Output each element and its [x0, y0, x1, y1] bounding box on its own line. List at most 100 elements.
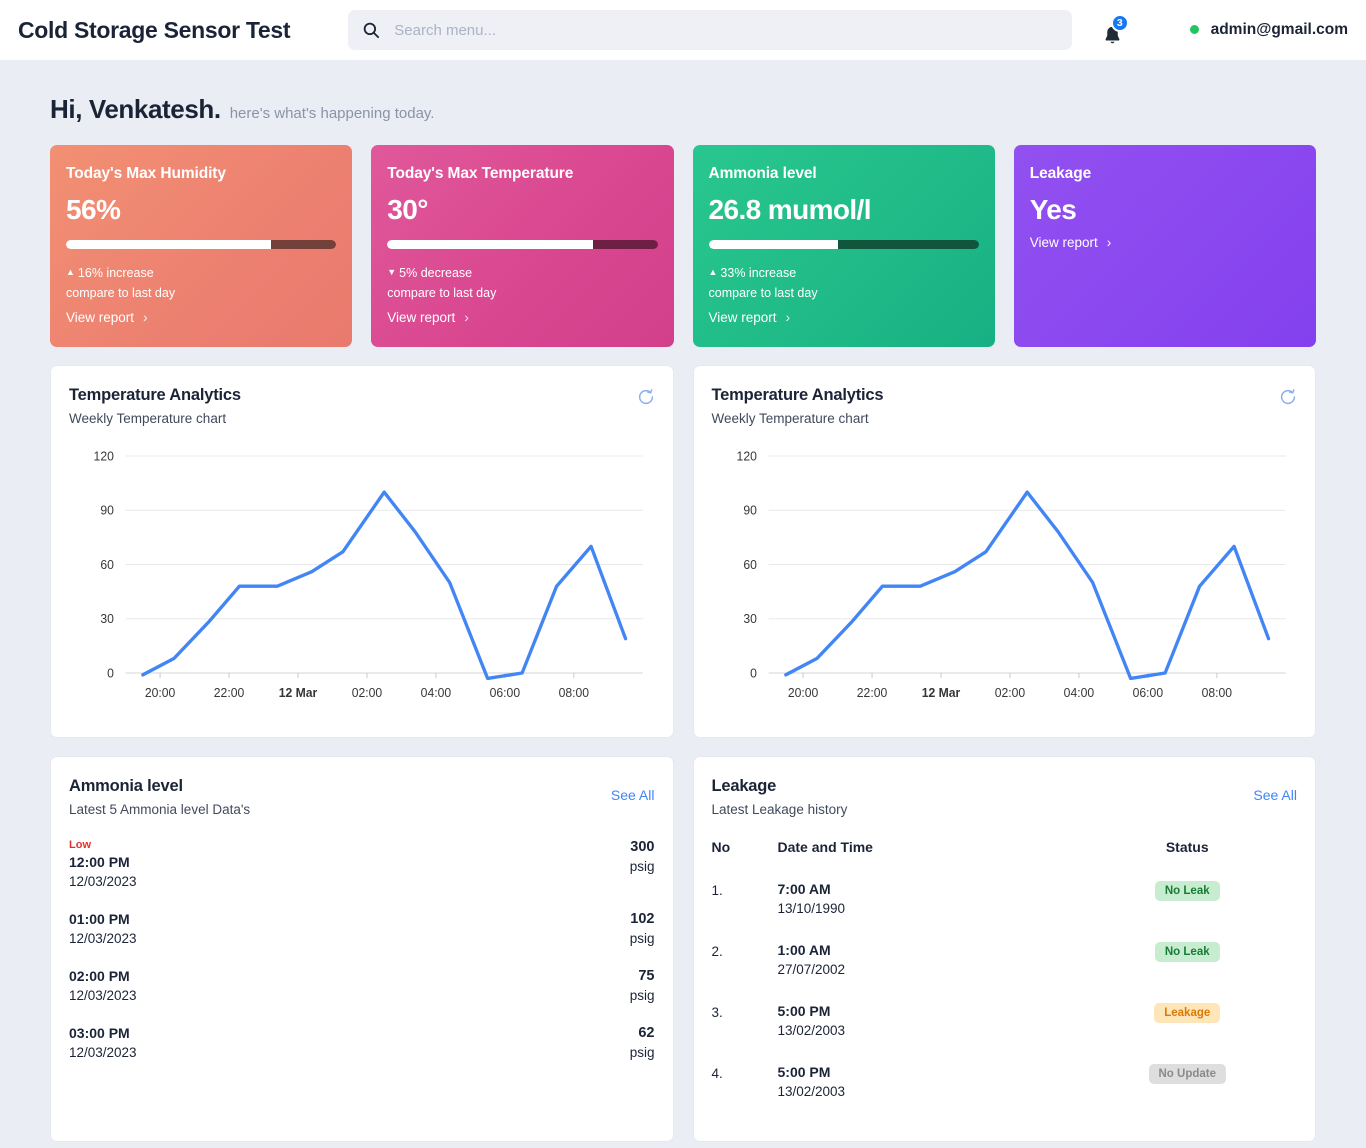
chart-panel-right: Temperature Analytics Weekly Temperature…	[692, 365, 1316, 738]
svg-text:60: 60	[100, 558, 114, 572]
ammonia-entry-info: 01:00 PM 12/03/2023	[69, 911, 137, 946]
ammonia-entry-date: 12/03/2023	[69, 874, 137, 889]
kpi-view-report-link[interactable]: View report ›	[387, 309, 469, 325]
status-badge: No Update	[1148, 1064, 1226, 1084]
list-item: 01:00 PM 12/03/2023 102 psig	[69, 911, 655, 946]
caret-up-icon: ▲	[66, 267, 75, 277]
svg-text:20:00: 20:00	[145, 686, 176, 700]
svg-text:90: 90	[743, 504, 757, 518]
panel-title: Temperature Analytics	[69, 386, 241, 404]
leak-row-date: 13/02/2003	[777, 1084, 846, 1099]
svg-text:04:00: 04:00	[1063, 686, 1094, 700]
greeting-title: Hi, Venkatesh.	[50, 94, 221, 124]
leak-row-number: 2.	[711, 944, 723, 959]
leak-row-number: 4.	[711, 1066, 723, 1081]
kpi-compare-text: compare to last day	[66, 286, 176, 300]
app-title: Cold Storage Sensor Test	[18, 16, 291, 43]
page-body: Hi, Venkatesh. here's what's happening t…	[0, 60, 1366, 1142]
svg-text:20:00: 20:00	[787, 686, 818, 700]
ammonia-entry-unit: psig	[629, 988, 655, 1003]
data-panel-row: Ammonia level Latest 5 Ammonia level Dat…	[50, 756, 1316, 1142]
kpi-view-report-label: View report	[66, 309, 135, 325]
kpi-card-row: Today's Max Humidity 56% ▲ 16% increase c…	[50, 145, 1316, 347]
table-row: 4. 5:00 PM 13/02/2003 No Update	[712, 1064, 1298, 1125]
kpi-delta-text: 33% increase	[720, 266, 797, 280]
kpi-view-report-label: View report	[708, 309, 777, 325]
svg-text:06:00: 06:00	[490, 686, 521, 700]
leak-row-datetime: 7:00 AM 13/10/1990	[778, 881, 1078, 942]
leakage-panel: Leakage Latest Leakage history See All N…	[692, 756, 1316, 1142]
user-menu[interactable]: admin@gmail.com	[1189, 21, 1348, 39]
notifications-button[interactable]: 3	[1094, 11, 1129, 49]
refresh-icon[interactable]	[1279, 388, 1297, 406]
ammonia-entry-reading: 300 psig	[630, 839, 655, 874]
online-status-dot	[1189, 25, 1199, 34]
chevron-right-icon: ›	[464, 309, 469, 325]
table-column-header: No	[711, 839, 731, 855]
ammonia-entry-reading: 75 psig	[630, 968, 655, 1003]
ammonia-entry-time: 01:00 PM	[69, 911, 130, 927]
search-icon	[363, 22, 380, 39]
svg-text:30: 30	[100, 612, 114, 626]
see-all-link[interactable]: See All	[611, 787, 655, 803]
kpi-card-temperature: Today's Max Temperature 30° ▼ 5% decrease…	[371, 145, 674, 347]
svg-text:60: 60	[743, 558, 757, 572]
ammonia-entry-time: 02:00 PM	[69, 968, 130, 984]
table-row: 1. 7:00 AM 13/10/1990 No Leak	[712, 881, 1298, 942]
kpi-title: Ammonia level	[708, 165, 817, 182]
panel-title: Ammonia level	[69, 777, 183, 795]
kpi-compare-text: compare to last day	[708, 286, 818, 300]
kpi-delta-text: 16% increase	[77, 266, 154, 280]
refresh-icon[interactable]	[637, 388, 655, 406]
status-badge: Leakage	[1154, 1003, 1221, 1023]
search-bar[interactable]	[348, 10, 1072, 50]
ammonia-entry-date: 12/03/2023	[69, 988, 137, 1003]
kpi-progress-bar	[66, 240, 337, 249]
svg-text:30: 30	[743, 612, 757, 626]
ammonia-level-flag: Low	[69, 839, 91, 851]
ammonia-entry-time: 03:00 PM	[69, 1025, 130, 1041]
user-email: admin@gmail.com	[1210, 21, 1348, 38]
chart-panel-row: Temperature Analytics Weekly Temperature…	[50, 365, 1316, 738]
greeting: Hi, Venkatesh. here's what's happening t…	[50, 60, 1316, 145]
caret-up-icon: ▲	[708, 267, 718, 277]
leak-row-date: 27/07/2002	[777, 962, 846, 977]
leak-row-datetime: 1:00 AM 27/07/2002	[778, 942, 1078, 1003]
ammonia-entry-reading: 62 psig	[630, 1025, 655, 1060]
panel-subtitle: Weekly Temperature chart	[69, 411, 227, 426]
status-badge: No Leak	[1154, 881, 1220, 901]
svg-text:02:00: 02:00	[994, 686, 1025, 700]
panel-subtitle: Latest Leakage history	[711, 802, 848, 817]
ammonia-entry-value: 102	[630, 911, 655, 927]
see-all-link[interactable]: See All	[1253, 787, 1297, 803]
ammonia-list: Low 12:00 PM 12/03/2023 300 psig 01:00 PM 12/0…	[69, 839, 655, 1060]
leak-row-time: 5:00 PM	[777, 1003, 831, 1019]
svg-text:22:00: 22:00	[856, 686, 887, 700]
chart-panel-left: Temperature Analytics Weekly Temperature…	[50, 365, 674, 738]
kpi-delta: ▲ 16% increase compare to last day	[66, 262, 336, 303]
leak-row-status-cell: No Update	[1078, 1064, 1298, 1125]
leak-row-number: 1.	[711, 883, 723, 898]
kpi-progress-bar	[708, 240, 979, 249]
kpi-view-report-label: View report	[1029, 235, 1098, 250]
kpi-view-report-link[interactable]: View report ›	[66, 309, 148, 325]
ammonia-entry-date: 12/03/2023	[69, 1045, 137, 1060]
kpi-view-report-link[interactable]: View report ›	[709, 309, 791, 325]
ammonia-entry-reading: 102 psig	[630, 911, 655, 946]
kpi-view-report-link[interactable]: View report ›	[1030, 235, 1300, 250]
kpi-delta-text: 5% decrease	[399, 266, 473, 280]
search-input[interactable]	[394, 21, 1058, 39]
svg-text:120: 120	[736, 449, 756, 463]
svg-text:120: 120	[94, 449, 114, 463]
leak-row-date: 13/02/2003	[777, 1023, 846, 1038]
list-item: 03:00 PM 12/03/2023 62 psig	[69, 1025, 655, 1060]
svg-text:12 Mar: 12 Mar	[921, 686, 960, 700]
svg-text:12 Mar: 12 Mar	[279, 686, 318, 700]
panel-title: Leakage	[711, 777, 777, 795]
leak-row-time: 1:00 AM	[777, 942, 831, 958]
list-item: Low 12:00 PM 12/03/2023 300 psig	[69, 839, 655, 889]
ammonia-entry-unit: psig	[629, 931, 655, 946]
ammonia-entry-info: Low 12:00 PM 12/03/2023	[69, 839, 137, 889]
leak-row-status-cell: Leakage	[1078, 1003, 1298, 1064]
leak-row-datetime: 5:00 PM 13/02/2003	[778, 1003, 1078, 1064]
